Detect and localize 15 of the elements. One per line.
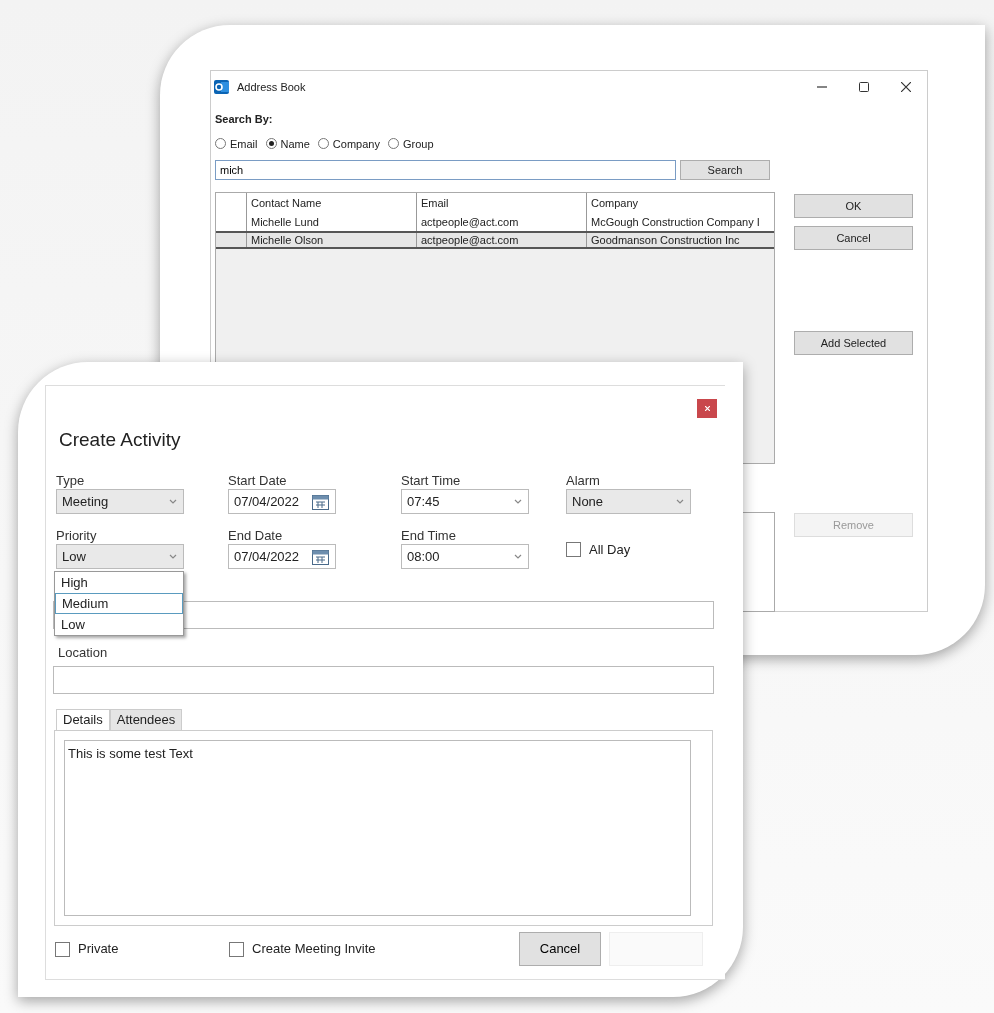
field-label: Location (58, 644, 109, 661)
field-label: End Time (401, 527, 457, 544)
field-label: Start Time (401, 472, 462, 489)
table-cell: Goodmanson Construction Inc (586, 233, 774, 247)
window-title: Address Book (237, 79, 306, 95)
details-text: This is some test Text (68, 746, 193, 761)
dialog-title: Create Activity (59, 428, 182, 452)
field-label: Start Date (228, 472, 288, 489)
field-label: End Date (228, 527, 284, 544)
field-label: Type (56, 472, 86, 489)
table-cell: actpeople@act.com (416, 233, 586, 247)
field-label: Alarm (566, 472, 601, 489)
field-label: Priority (56, 527, 98, 544)
search-by-label: Search By: (215, 112, 274, 127)
table-cell: Michelle Olson (246, 233, 416, 247)
